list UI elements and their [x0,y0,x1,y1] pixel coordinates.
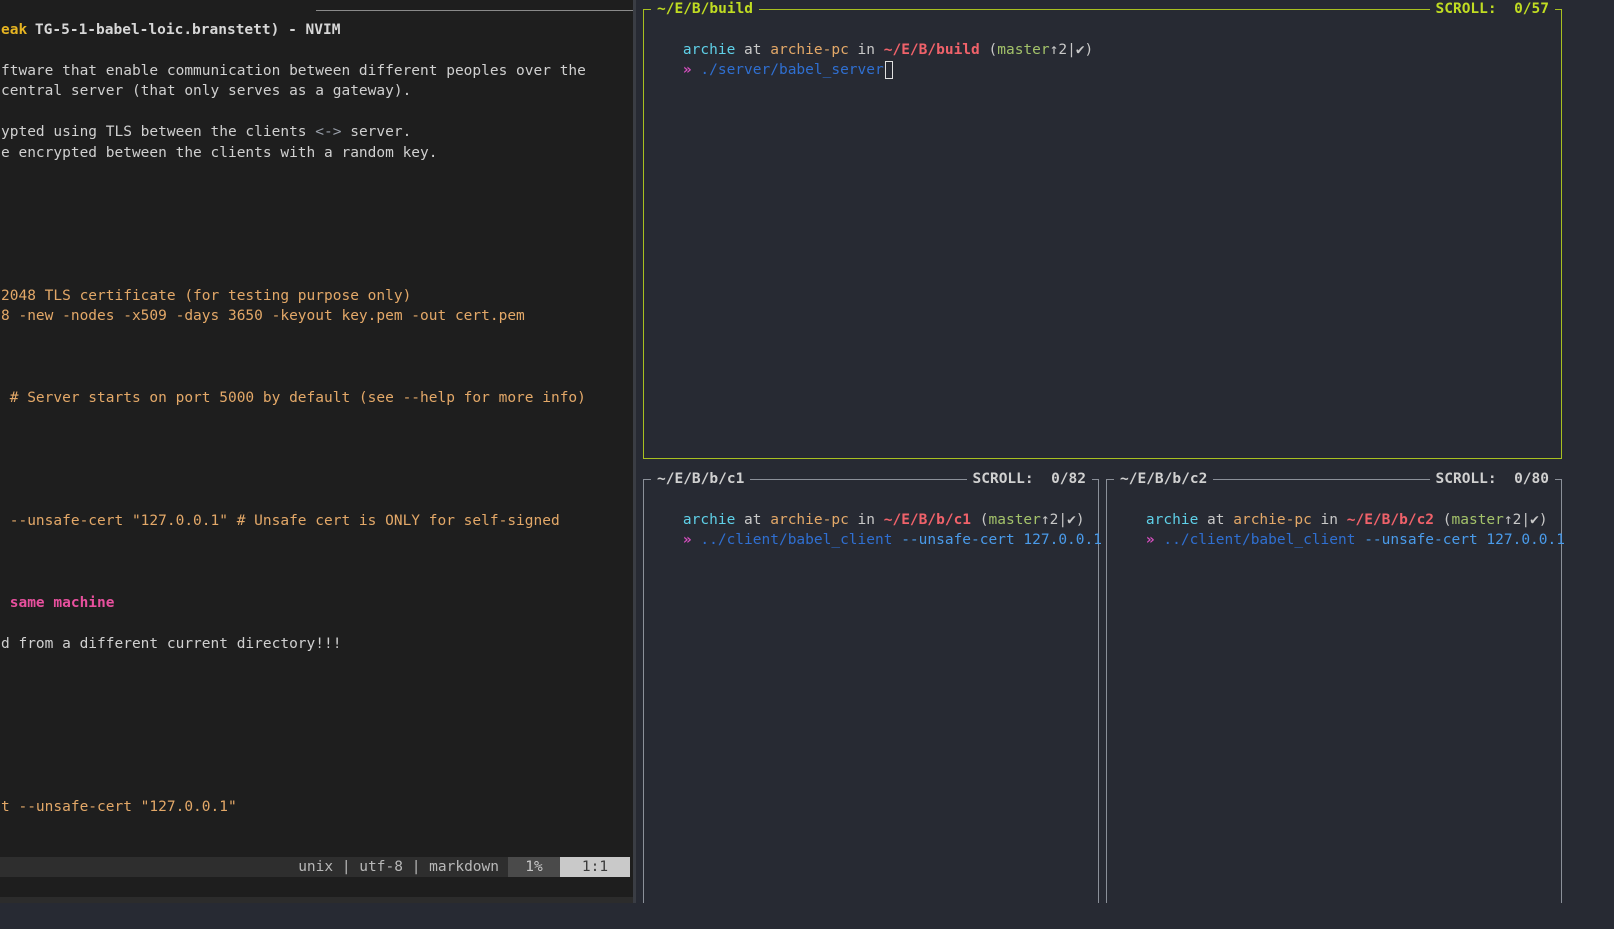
buffer-line-text: # Server starts on port 5000 by default … [1,390,586,407]
command-args: --unsafe-cert 127.0.0.1 [1364,532,1565,548]
terminal-pane-c2[interactable]: ~/E/B/b/c2 SCROLL: 0/80 archie at archie… [1106,469,1565,919]
buffer-line-text: 2048 TLS certificate (for testing purpos… [1,287,412,304]
text-cursor [884,61,893,79]
file-format-info: unix | utf-8 | markdown [298,859,499,875]
prompt-line-build: archie at archie-pc in ~/E/B/build (mast… [648,20,1093,58]
buffer-line-text: same machine [1,594,115,611]
cursor-position: 1:1 [560,857,630,877]
command-args: --unsafe-cert 127.0.0.1 [901,532,1102,548]
git-open-paren: ( [988,42,998,58]
pane-title-c2: ~/E/B/b/c2 [1114,469,1214,489]
buffer-line: eak [1,20,27,40]
nvim-title-text: TG-5-1-babel-loic.branstett) - NVIM [34,22,341,38]
buffer-line: ypted using TLS between the clients <-> … [1,122,411,142]
prompt-arrow-icon: » [682,532,692,548]
buffer-line-text: e encrypted between the clients with a r… [1,144,438,161]
scroll-indicator-c1: SCROLL: 0/82 [966,469,1092,489]
bidirectional-arrow: <-> [315,124,342,141]
buffer-line: 2048 TLS certificate (for testing purpos… [1,286,411,306]
buffer-line-text: --unsafe-cert "127.0.0.1" # Unsafe cert … [1,512,560,529]
buffer-line: d from a different current directory!!! [1,634,341,654]
scroll-percent: 1% [508,857,560,877]
prompt-line-c2: archie at archie-pc in ~/E/B/b/c2 (maste… [1111,490,1548,528]
command-text: ./server/babel_server [700,62,884,78]
buffer-line: 8 -new -nodes -x509 -days 3650 -keyout k… [1,306,525,326]
scroll-indicator-build: SCROLL: 0/57 [1429,0,1555,19]
buffer-line: central server (that only serves as a ga… [1,81,411,101]
buffer-line: t --unsafe-cert "127.0.0.1" [1,797,237,817]
buffer-line-text: t --unsafe-cert "127.0.0.1" [1,799,237,816]
nvim-statusline: unix | utf-8 | markdown 1% 1:1 [0,857,630,877]
command-line-build[interactable]: » ./server/babel_server [648,40,893,79]
git-status: ↑2|✔ [1049,42,1085,58]
nvim-window-title: TG-5-1-babel-loic.branstett) - NVIM [0,0,633,38]
prompt-dir: ~/E/B/build [883,42,980,58]
buffer-line-text: d from a different current directory!!! [1,635,342,652]
buffer-line-text: 8 -new -nodes -x509 -days 3650 -keyout k… [1,308,525,325]
buffer-line-text: ftware that enable communication between… [1,62,586,79]
buffer-line: same machine [1,593,115,613]
prompt-arrow-icon: » [682,62,692,78]
command-line-c2[interactable]: » ../client/babel_client --unsafe-cert 1… [1111,510,1565,548]
buffer-line: ftware that enable communication between… [1,61,586,81]
buffer-line: # Server starts on port 5000 by default … [1,388,586,408]
command-line-c1[interactable]: » ../client/babel_client --unsafe-cert 1… [648,510,1102,548]
terminal-pane-build[interactable]: ~/E/B/build SCROLL: 0/57 archie at archi… [643,0,1562,459]
nvim-editor-pane[interactable]: TG-5-1-babel-loic.branstett) - NVIM eak f… [0,0,633,903]
buffer-line-text: ypted using TLS between the clients [1,124,316,141]
scroll-indicator-c2: SCROLL: 0/80 [1429,469,1555,489]
prompt-line-c1: archie at archie-pc in ~/E/B/b/c1 (maste… [648,490,1085,528]
buffer-line-text: server. [341,124,412,141]
pane-divider[interactable] [633,0,636,903]
buffer-line: e encrypted between the clients with a r… [1,143,438,163]
command-text: ../client/babel_client [1163,532,1356,548]
buffer-line-text: eak [1,22,28,38]
bottom-strip [0,903,1568,929]
prompt-arrow-icon: » [1145,532,1155,548]
pane-title-c1: ~/E/B/b/c1 [651,469,751,489]
terminal-pane-c1[interactable]: ~/E/B/b/c1 SCROLL: 0/82 archie at archie… [643,469,1102,919]
title-rule [316,10,633,11]
command-text: ../client/babel_client [700,532,893,548]
buffer-line: --unsafe-cert "127.0.0.1" # Unsafe cert … [1,511,560,531]
pane-title-build: ~/E/B/build [651,0,760,19]
git-close-paren: ) [1084,42,1094,58]
git-branch: master [997,42,1050,58]
buffer-line-text: central server (that only serves as a ga… [1,83,412,100]
